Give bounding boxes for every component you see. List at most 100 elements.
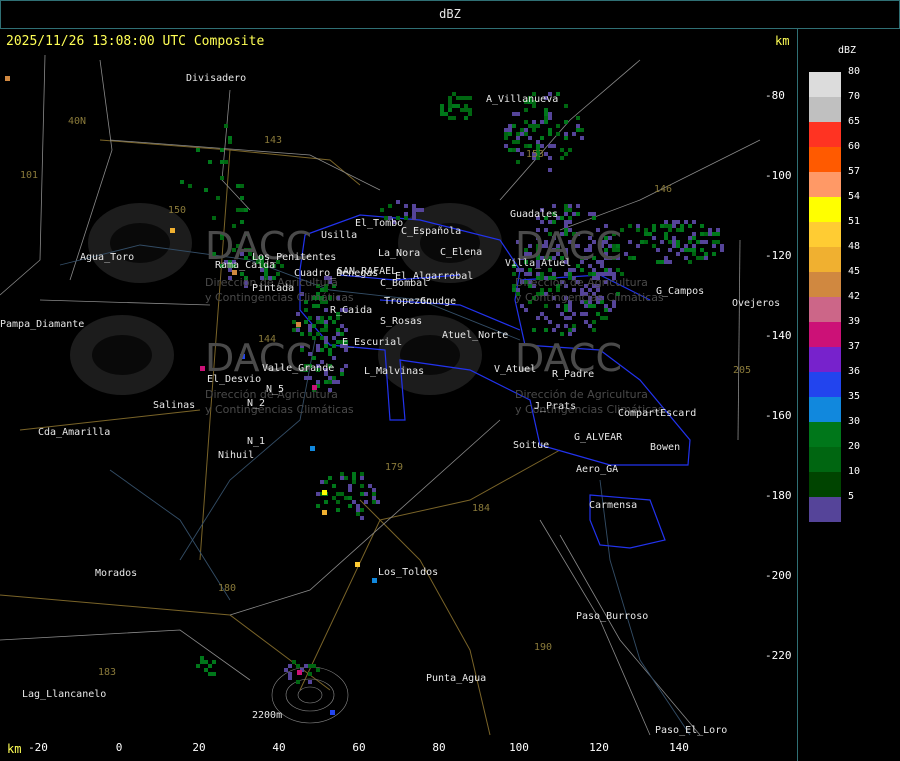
echo-pixel <box>332 496 336 500</box>
legend-label: 57 <box>848 166 861 177</box>
echo-pixel <box>548 112 552 116</box>
echo-pixel <box>512 140 516 144</box>
echo-pixel <box>668 224 672 228</box>
x-tick: 20 <box>192 741 206 754</box>
echo-pixel <box>512 124 516 128</box>
echo-pixel <box>204 188 208 192</box>
x-tick: 100 <box>509 741 529 754</box>
echo-pixel <box>568 204 572 208</box>
echo-pixel <box>680 248 684 252</box>
echo-pixel <box>356 504 360 508</box>
echo-pixel <box>228 140 232 144</box>
place-label: Punta_Agua <box>426 673 487 684</box>
echo-pixel <box>360 508 364 512</box>
echo-pixel <box>672 240 676 244</box>
echo-pixel <box>224 124 228 128</box>
echo-pixel <box>312 304 316 308</box>
legend-label: 36 <box>848 366 861 377</box>
echo-pixel <box>520 132 524 136</box>
echo-pixel <box>288 672 292 676</box>
echo-pixel <box>592 268 596 272</box>
echo-pixel <box>308 316 312 320</box>
echo-pixel <box>204 660 208 664</box>
route-label: 40N <box>68 116 87 127</box>
route-label: 190 <box>534 642 553 653</box>
echo-pixel <box>316 348 320 352</box>
echo-pixel <box>524 132 528 136</box>
echo-pixel <box>416 208 420 212</box>
place-label: Paso_El_Loro <box>655 725 728 736</box>
echo-pixel <box>468 112 472 116</box>
echo-pixel <box>340 472 344 476</box>
echo-pixel <box>528 136 532 140</box>
echo-pixel <box>344 476 348 480</box>
echo-pixel <box>364 492 368 496</box>
echo-pixel <box>688 236 692 240</box>
echo-pixel <box>568 208 572 212</box>
place-label: Valle_Grande <box>262 363 335 374</box>
echo-pixel <box>548 116 552 120</box>
x-tick: 80 <box>432 741 446 754</box>
echo-pixel <box>468 96 472 100</box>
echo-pixel <box>208 664 212 668</box>
echo-pixel <box>316 504 320 508</box>
echo-pixel-strong <box>5 76 10 81</box>
echo-pixel <box>568 148 572 152</box>
place-label: Aero_GA <box>576 464 619 475</box>
echo-pixel <box>352 500 356 504</box>
echo-pixel <box>324 320 328 324</box>
echo-pixel <box>344 348 348 352</box>
echo-pixel <box>448 108 452 112</box>
echo-pixel <box>372 500 376 504</box>
y-tick: -200 <box>765 569 792 582</box>
echo-pixel <box>304 320 308 324</box>
echo-pixel <box>544 316 548 320</box>
echo-pixel <box>692 220 696 224</box>
echo-pixel <box>588 304 592 308</box>
echo-pixel-strong <box>330 710 335 715</box>
legend-label: 80 <box>848 66 861 77</box>
echo-pixel <box>544 120 548 124</box>
echo-pixel <box>292 660 296 664</box>
echo-pixel <box>600 316 604 320</box>
echo-pixel-strong <box>310 446 315 451</box>
echo-pixel <box>288 664 292 668</box>
echo-pixel <box>512 112 516 116</box>
echo-pixel-strong <box>322 490 327 495</box>
echo-pixel <box>680 228 684 232</box>
place-label: Carmensa <box>589 500 638 511</box>
echo-pixel <box>664 224 668 228</box>
x-tick: 0 <box>115 741 123 754</box>
echo-pixel <box>308 328 312 332</box>
echo-pixel <box>188 184 192 188</box>
echo-pixel <box>312 356 316 360</box>
echo-pixel <box>508 128 512 132</box>
echo-pixel <box>324 380 328 384</box>
echo-pixel <box>692 252 696 256</box>
echo-pixel <box>548 168 552 172</box>
echo-pixel <box>712 252 716 256</box>
legend-label: 48 <box>848 241 861 252</box>
echo-pixel <box>640 240 644 244</box>
echo-pixel <box>592 212 596 216</box>
echo-pixel <box>664 220 668 224</box>
legend-swatch <box>809 422 841 447</box>
echo-pixel <box>560 312 564 316</box>
echo-pixel <box>336 500 340 504</box>
echo-pixel <box>412 216 416 220</box>
radar-map[interactable] <box>0 0 797 761</box>
echo-pixel <box>396 200 400 204</box>
echo-pixel-strong <box>322 510 327 515</box>
echo-pixel <box>368 484 372 488</box>
legend-label: 5 <box>848 491 855 502</box>
legend-label: 70 <box>848 91 861 102</box>
echo-pixel <box>200 656 204 660</box>
echo-pixel <box>356 508 360 512</box>
echo-pixel <box>336 508 340 512</box>
echo-pixel <box>588 212 592 216</box>
echo-pixel <box>388 204 392 208</box>
echo-pixel <box>224 160 228 164</box>
echo-pixel <box>584 312 588 316</box>
route-label: 144 <box>258 334 277 345</box>
echo-pixel <box>516 136 520 140</box>
